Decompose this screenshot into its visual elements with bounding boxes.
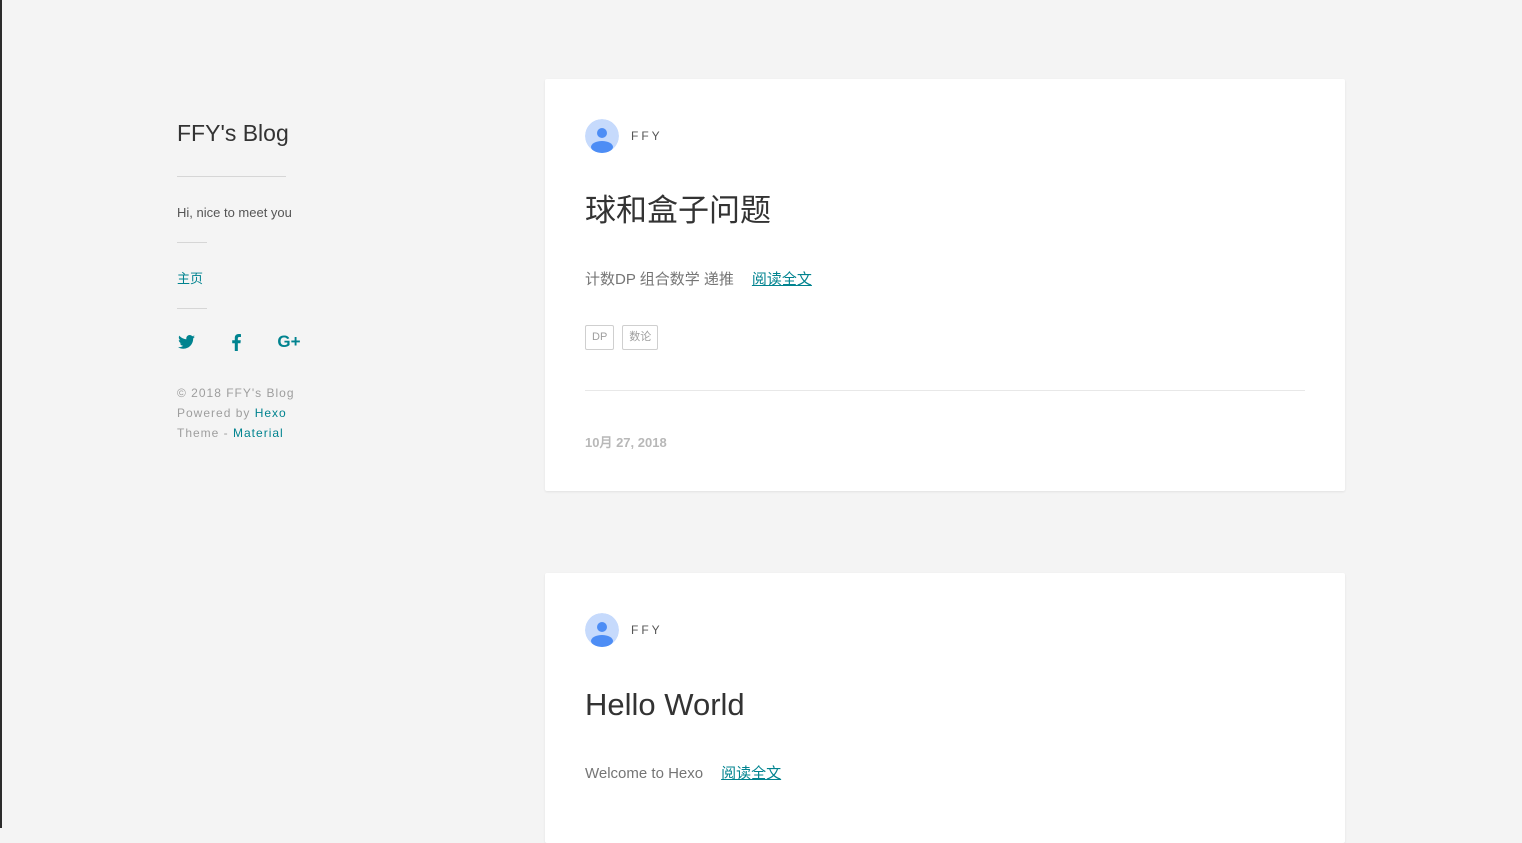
post-card: FFY 球和盒子问题 计数DP 组合数学 递推 阅读全文 DP 数论 10月 27… xyxy=(545,79,1345,491)
post-tags: DP 数论 xyxy=(585,325,666,350)
avatar[interactable] xyxy=(585,613,619,647)
avatar[interactable] xyxy=(585,119,619,153)
post-author-row: FFY xyxy=(585,613,663,647)
window-edge xyxy=(0,0,2,828)
post-excerpt: Welcome to Hexo 阅读全文 xyxy=(585,765,781,783)
post-divider xyxy=(585,390,1305,391)
facebook-icon[interactable] xyxy=(230,333,242,351)
post-title[interactable]: 球和盒子问题 xyxy=(585,191,771,231)
user-avatar-icon xyxy=(585,613,619,647)
sidebar-divider xyxy=(177,242,207,243)
powered-by: Powered by Hexo xyxy=(177,403,377,423)
twitter-icon[interactable] xyxy=(177,335,195,349)
google-plus-icon[interactable]: G+ xyxy=(275,332,303,352)
social-links: G+ xyxy=(177,331,377,353)
post-excerpt-text: 计数DP 组合数学 递推 xyxy=(585,271,734,288)
post-date: 10月 27, 2018 xyxy=(585,435,667,450)
post-title[interactable]: Hello World xyxy=(585,685,745,725)
theme-label: Theme - xyxy=(177,426,234,440)
nav-home-link[interactable]: 主页 xyxy=(177,271,377,287)
material-theme-link[interactable]: Material xyxy=(233,426,284,440)
sidebar-divider xyxy=(177,308,207,309)
post-author-row: FFY xyxy=(585,119,663,153)
read-more-link[interactable]: 阅读全文 xyxy=(721,765,781,782)
sidebar-divider xyxy=(177,176,286,177)
tag-dp[interactable]: DP xyxy=(585,325,615,350)
tag-number-theory[interactable]: 数论 xyxy=(622,325,659,350)
post-excerpt: 计数DP 组合数学 递推 阅读全文 xyxy=(585,271,812,289)
sidebar-footer: © 2018 FFY's Blog Powered by Hexo Theme … xyxy=(177,383,377,443)
user-avatar-icon xyxy=(585,119,619,153)
theme-credit: Theme - Material xyxy=(177,423,377,443)
powered-by-label: Powered by xyxy=(177,406,255,420)
post-author[interactable]: FFY xyxy=(631,623,663,637)
read-more-link[interactable]: 阅读全文 xyxy=(752,271,812,288)
hexo-link[interactable]: Hexo xyxy=(255,406,287,420)
post-card: FFY Hello World Welcome to Hexo 阅读全文 xyxy=(545,573,1345,843)
blog-title[interactable]: FFY's Blog xyxy=(177,118,377,148)
blog-intro: Hi, nice to meet you xyxy=(177,205,292,220)
sidebar: FFY's Blog Hi, nice to meet you 主页 G+ © … xyxy=(177,118,377,443)
post-author[interactable]: FFY xyxy=(631,129,663,143)
post-excerpt-text: Welcome to Hexo xyxy=(585,765,704,782)
copyright-text: © 2018 FFY's Blog xyxy=(177,386,295,400)
